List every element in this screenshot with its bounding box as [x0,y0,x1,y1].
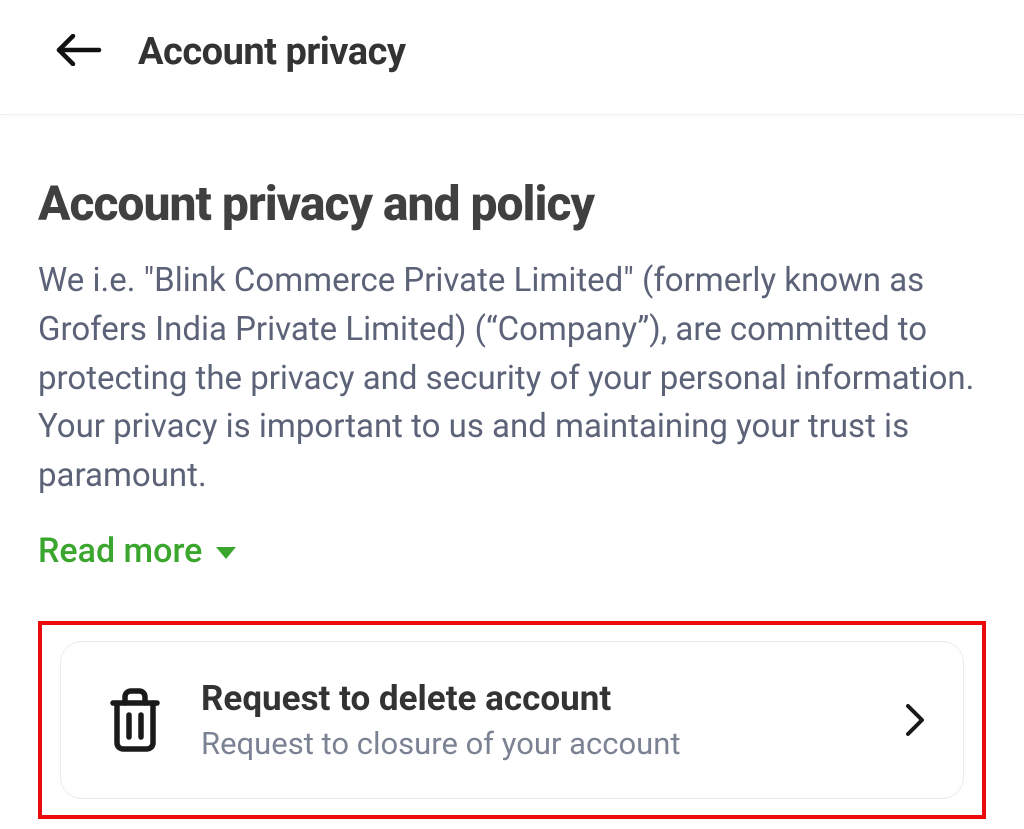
back-button[interactable] [55,34,103,70]
read-more-label: Read more [38,531,202,571]
delete-card-subtitle: Request to closure of your account [201,725,869,762]
read-more-toggle[interactable]: Read more [38,531,236,571]
card-text: Request to delete account Request to clo… [201,678,869,762]
policy-description: We i.e. "Blink Commerce Private Limited"… [38,257,986,501]
app-header: Account privacy [0,0,1024,115]
delete-card-title: Request to delete account [201,678,869,719]
caret-down-icon [216,547,236,559]
page-title: Account privacy [138,30,406,74]
chevron-right-icon [905,703,925,737]
delete-account-card[interactable]: Request to delete account Request to clo… [60,641,964,799]
main-content: Account privacy and policy We i.e. "Blin… [0,115,1024,819]
trash-icon [105,687,165,753]
arrow-left-icon [55,34,103,70]
highlight-annotation: Request to delete account Request to clo… [38,621,986,819]
main-heading: Account privacy and policy [38,175,986,232]
